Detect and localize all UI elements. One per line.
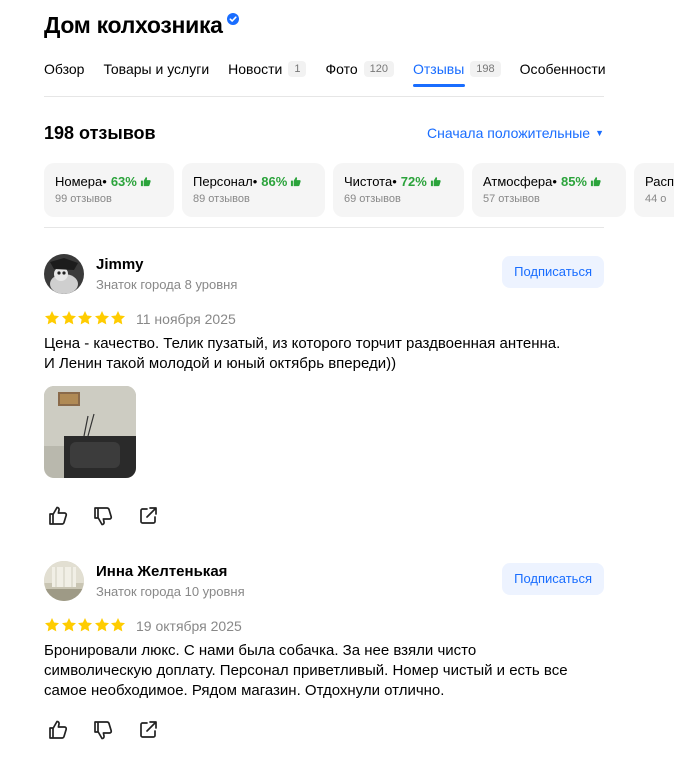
review-photo[interactable]: [44, 386, 136, 478]
subscribe-button[interactable]: Подписаться: [502, 563, 604, 595]
rating-stars: [44, 310, 127, 326]
review-text-line: самое необходимое. Рядом магазин. Отдохн…: [44, 682, 445, 699]
aspect-separator: •: [102, 174, 107, 189]
tab-features[interactable]: Особенности: [520, 59, 606, 79]
thumbs-up-icon: [140, 177, 151, 187]
star-icon: [61, 311, 76, 325]
aspect-separator: •: [252, 174, 258, 189]
verified-icon: [226, 12, 239, 25]
aspect-percent: 63%: [110, 174, 137, 189]
tab-label: Фото: [325, 61, 358, 77]
review-text: Цена - качество. Телик пузатый, из котор…: [44, 334, 614, 374]
dislike-icon[interactable]: [91, 718, 115, 742]
star-icon: [111, 618, 125, 632]
like-icon[interactable]: [46, 718, 70, 742]
star-icon: [111, 311, 125, 325]
tab-count: 1: [288, 61, 307, 77]
review-date: 11 ноября 2025: [136, 311, 236, 327]
aspect-name: Расп: [645, 174, 674, 189]
aspect-percent: 85%: [560, 174, 587, 189]
tab-goods-services[interactable]: Товары и услуги: [103, 59, 209, 79]
aspect-separator: •: [392, 174, 397, 189]
star-icon: [94, 618, 109, 632]
subscribe-button[interactable]: Подписаться: [502, 256, 604, 288]
divider: [44, 96, 604, 97]
aspect-sub: 57 отзывов: [483, 193, 540, 205]
aspect-sub: 69 отзывов: [344, 193, 401, 205]
title-row: Дом колхозника: [44, 12, 239, 39]
star-icon: [94, 311, 109, 325]
review-text-line: Цена - качество. Телик пузатый, из котор…: [44, 335, 561, 352]
aspect-chip-location[interactable]: Расп 44 о: [634, 163, 674, 217]
review-text-line: символическую доплату. Персонал приветли…: [44, 662, 568, 679]
thumbs-up-icon: [430, 177, 441, 187]
sort-label: Сначала положительные: [427, 125, 591, 141]
tab-label: Товары и услуги: [103, 61, 210, 77]
tab-label: Новости: [228, 61, 283, 77]
aspect-name: Персонал: [193, 174, 253, 189]
review-text-line: И Ленин такой молодой и юный октябрь впе…: [44, 355, 397, 372]
thumbs-up-icon: [590, 177, 601, 187]
aspect-sub: 99 отзывов: [55, 193, 112, 205]
aspect-percent: 72%: [400, 174, 427, 189]
tab-label: Обзор: [44, 61, 85, 77]
tab-label: Особенности: [519, 61, 606, 77]
avatar[interactable]: [44, 561, 84, 601]
aspect-sub: 89 отзывов: [193, 193, 250, 205]
rating-stars: [44, 617, 127, 633]
dislike-icon[interactable]: [91, 504, 115, 528]
review-date: 19 октября 2025: [136, 618, 242, 634]
review-text: Бронировали люкс. С нами была собачка. З…: [44, 641, 614, 701]
tab-photo[interactable]: Фото 120: [325, 59, 394, 79]
caret-down-icon: ▼: [595, 128, 604, 138]
star-icon: [45, 311, 59, 325]
aspect-chips: Номера • 63% 99 отзывов Персонал • 86% 89 …: [44, 163, 674, 217]
share-icon[interactable]: [136, 718, 160, 742]
aspect-name: Чистота: [344, 174, 393, 189]
star-icon: [45, 618, 59, 632]
aspect-chip-cleanliness[interactable]: Чистота • 72% 69 отзывов: [333, 163, 464, 217]
aspect-separator: •: [552, 174, 557, 189]
page-title: Дом колхозника: [44, 12, 223, 38]
author-level: Знаток города 10 уровня: [96, 584, 245, 599]
aspect-chip-atmosphere[interactable]: Атмосфера • 85% 57 отзывов: [472, 163, 626, 217]
reviews-count: 198 отзывов: [44, 123, 156, 143]
tab-overview[interactable]: Обзор: [44, 59, 84, 79]
like-icon[interactable]: [46, 504, 70, 528]
sort-dropdown[interactable]: Сначала положительные ▼: [427, 125, 604, 141]
review-text-line: Бронировали люкс. С нами была собачка. З…: [44, 642, 477, 659]
author-name[interactable]: Jimmy: [96, 256, 144, 273]
aspect-percent: 86%: [261, 174, 288, 189]
review-actions: [46, 504, 181, 528]
avatar[interactable]: [44, 254, 84, 294]
thumbs-up-icon: [291, 177, 301, 187]
tab-count: 120: [363, 61, 394, 77]
review-actions: [46, 718, 181, 742]
aspect-chip-rooms[interactable]: Номера • 63% 99 отзывов: [44, 163, 174, 217]
star-icon: [78, 311, 92, 325]
author-level: Знаток города 8 уровня: [96, 277, 238, 292]
divider: [44, 227, 604, 228]
aspect-name: Атмосфера: [483, 174, 553, 189]
aspect-chip-staff[interactable]: Персонал • 86% 89 отзывов: [182, 163, 325, 217]
tab-news[interactable]: Новости 1: [228, 59, 307, 79]
aspect-name: Номера: [55, 174, 103, 189]
share-icon[interactable]: [136, 504, 160, 528]
author-name[interactable]: Инна Желтенькая: [96, 563, 227, 580]
tab-count: 198: [470, 61, 501, 77]
tab-label: Отзывы: [413, 61, 465, 77]
star-icon: [78, 618, 92, 632]
aspect-sub: 44 о: [645, 193, 667, 205]
tab-reviews[interactable]: Отзывы 198: [413, 59, 501, 87]
tabs: Обзор Товары и услуги Новости 1 Фото 120 О…: [44, 59, 625, 87]
star-icon: [61, 618, 76, 632]
